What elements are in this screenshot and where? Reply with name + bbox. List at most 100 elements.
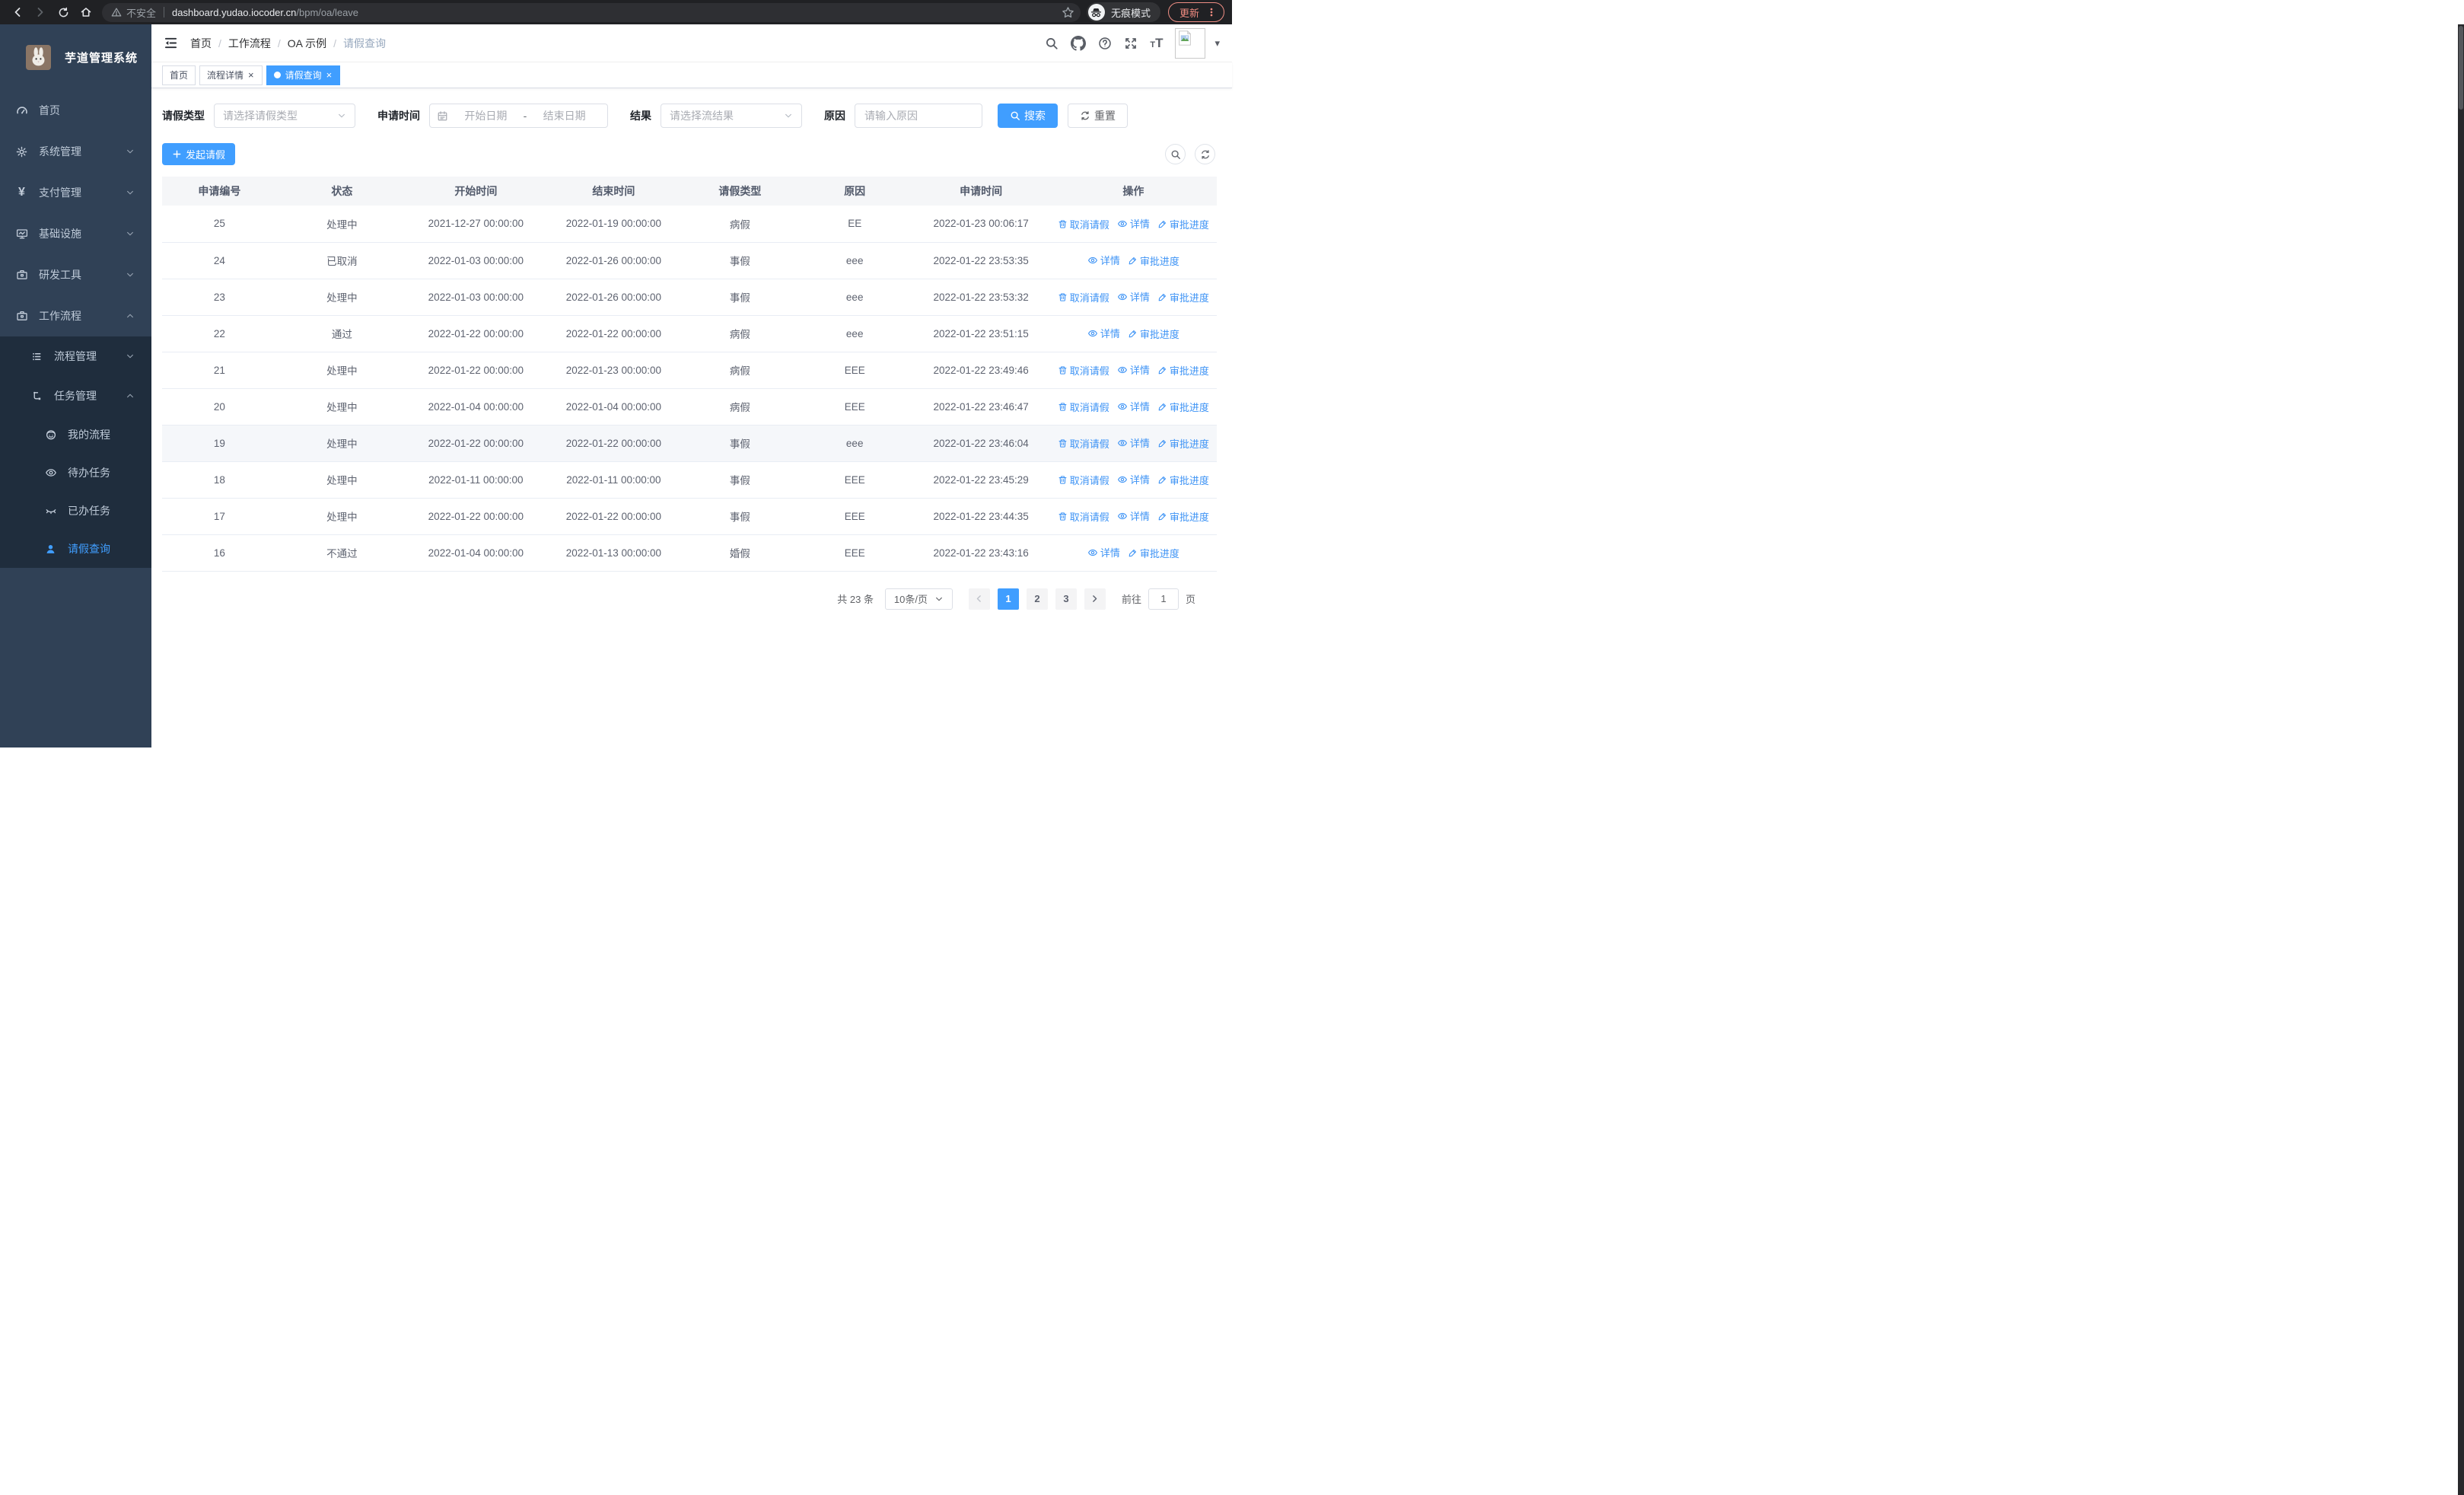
approval-progress-link[interactable]: 审批进度 bbox=[1157, 217, 1209, 231]
fullscreen-icon[interactable] bbox=[1124, 37, 1138, 50]
cancel-leave-link[interactable]: 取消请假 bbox=[1058, 400, 1109, 414]
table-cell: 19 bbox=[162, 425, 277, 462]
incognito-label: 无痕模式 bbox=[1110, 7, 1151, 19]
goto-page-input[interactable] bbox=[1148, 588, 1179, 610]
refresh-table-icon[interactable] bbox=[1195, 144, 1215, 164]
bookmark-star-icon[interactable] bbox=[1062, 6, 1074, 19]
create-leave-button[interactable]: 发起请假 bbox=[162, 143, 236, 165]
page-size-select[interactable]: 10条/页 bbox=[884, 588, 953, 610]
page-button-2[interactable]: 2 bbox=[1026, 588, 1048, 610]
detail-link[interactable]: 详情 bbox=[1117, 362, 1150, 377]
detail-link[interactable]: 详情 bbox=[1087, 326, 1120, 340]
browser-back-button[interactable] bbox=[8, 2, 27, 22]
approval-progress-link[interactable]: 审批进度 bbox=[1157, 436, 1209, 451]
cancel-leave-link[interactable]: 取消请假 bbox=[1058, 473, 1109, 487]
sidebar-item-my-process[interactable]: 我的流程 bbox=[0, 416, 151, 454]
security-chip[interactable]: 不安全 bbox=[111, 5, 156, 20]
search-button[interactable]: 搜索 bbox=[998, 104, 1058, 128]
window-scrollbar[interactable] bbox=[2458, 24, 2464, 1495]
table-cell: 2022-01-03 00:00:00 bbox=[406, 242, 545, 279]
table-cell: 2022-01-22 23:46:47 bbox=[912, 388, 1050, 426]
kebab-menu-icon[interactable] bbox=[1206, 7, 1217, 18]
detail-link[interactable]: 详情 bbox=[1087, 253, 1120, 267]
tab-首页[interactable]: 首页 bbox=[162, 65, 196, 85]
detail-link[interactable]: 详情 bbox=[1117, 472, 1150, 486]
approval-progress-link[interactable]: 审批进度 bbox=[1128, 327, 1179, 341]
font-size-icon[interactable]: TT bbox=[1150, 37, 1163, 49]
sidebar-item-task-mgmt[interactable]: 任务管理 bbox=[0, 376, 151, 416]
table-row: 17 处理中 2022-01-22 00:00:00 2022-01-22 00:00… bbox=[162, 498, 1217, 535]
avatar-caret-icon[interactable]: ▾ bbox=[1214, 37, 1220, 49]
github-icon[interactable] bbox=[1071, 35, 1087, 51]
browser-reload-button[interactable] bbox=[53, 2, 73, 22]
sidebar-item-done-tasks[interactable]: 已办任务 bbox=[0, 492, 151, 530]
scrollbar-thumb[interactable] bbox=[2459, 26, 2463, 110]
search-icon[interactable] bbox=[1045, 37, 1059, 50]
table-cell: 2022-01-22 00:00:00 bbox=[406, 352, 545, 389]
approval-progress-link[interactable]: 审批进度 bbox=[1128, 546, 1179, 560]
result-select[interactable]: 请选择流结果 bbox=[661, 104, 802, 128]
sidebar-item-dev-tools[interactable]: 研发工具 bbox=[0, 254, 151, 295]
page-button-3[interactable]: 3 bbox=[1055, 588, 1077, 610]
sidebar-item-todo-tasks[interactable]: 待办任务 bbox=[0, 454, 151, 492]
detail-link[interactable]: 详情 bbox=[1087, 545, 1120, 559]
leave-type-select[interactable]: 请选择请假类型 bbox=[214, 104, 355, 128]
detail-link[interactable]: 详情 bbox=[1117, 508, 1150, 523]
sidebar-toggle-icon[interactable] bbox=[164, 37, 178, 49]
browser-update-button[interactable]: 更新 bbox=[1167, 2, 1224, 22]
sidebar-item-system-mgmt[interactable]: 系统管理 bbox=[0, 131, 151, 172]
reason-input[interactable] bbox=[855, 104, 982, 128]
app-logo-row: 芋道管理系统 bbox=[0, 24, 151, 90]
close-icon[interactable]: × bbox=[247, 70, 255, 80]
table-cell: 2022-01-22 23:53:32 bbox=[912, 279, 1050, 316]
approval-progress-link[interactable]: 审批进度 bbox=[1157, 473, 1209, 487]
table-row: 21 处理中 2022-01-22 00:00:00 2022-01-23 00:00… bbox=[162, 352, 1217, 389]
sidebar-item-home[interactable]: 首页 bbox=[0, 90, 151, 131]
show-search-icon[interactable] bbox=[1165, 144, 1186, 164]
approval-progress-link[interactable]: 审批进度 bbox=[1157, 400, 1209, 414]
breadcrumb-item[interactable]: 首页 bbox=[190, 36, 212, 51]
avatar[interactable] bbox=[1175, 27, 1206, 59]
sidebar-item-leave-query[interactable]: 请假查询 bbox=[0, 530, 151, 568]
cancel-leave-link[interactable]: 取消请假 bbox=[1058, 509, 1109, 524]
actions-cell: 详情 审批进度 bbox=[1049, 534, 1217, 572]
table-cell: 处理中 bbox=[276, 352, 407, 389]
detail-link[interactable]: 详情 bbox=[1117, 435, 1150, 450]
tab-流程详情[interactable]: 流程详情 × bbox=[199, 65, 263, 85]
sidebar-item-workflow[interactable]: 工作流程 bbox=[0, 295, 151, 336]
detail-link[interactable]: 详情 bbox=[1117, 399, 1150, 413]
apply-time-range-picker[interactable]: 开始日期 - 结束日期 bbox=[429, 104, 608, 128]
eye-icon bbox=[1087, 255, 1098, 266]
cancel-leave-link[interactable]: 取消请假 bbox=[1058, 436, 1109, 451]
tab-请假查询[interactable]: 请假查询 × bbox=[266, 65, 341, 85]
close-icon[interactable]: × bbox=[326, 70, 333, 80]
table-cell: 2022-01-22 00:00:00 bbox=[406, 425, 545, 462]
table-cell: 婚假 bbox=[682, 534, 797, 572]
cancel-leave-link[interactable]: 取消请假 bbox=[1058, 217, 1109, 231]
reset-button[interactable]: 重置 bbox=[1068, 104, 1128, 128]
next-page-button[interactable] bbox=[1084, 588, 1106, 610]
cancel-leave-link[interactable]: 取消请假 bbox=[1058, 290, 1109, 304]
approval-progress-link[interactable]: 审批进度 bbox=[1157, 509, 1209, 524]
user-icon bbox=[44, 543, 57, 555]
help-icon[interactable] bbox=[1098, 37, 1112, 50]
approval-progress-link[interactable]: 审批进度 bbox=[1128, 253, 1179, 268]
column-header: 状态 bbox=[276, 177, 407, 206]
browser-home-button[interactable] bbox=[76, 2, 96, 22]
sidebar-item-payment-mgmt[interactable]: ¥ 支付管理 bbox=[0, 172, 151, 213]
approval-progress-link[interactable]: 审批进度 bbox=[1157, 363, 1209, 378]
dashboard-icon bbox=[15, 104, 28, 116]
sidebar-item-infrastructure[interactable]: 基础设施 bbox=[0, 213, 151, 254]
detail-link[interactable]: 详情 bbox=[1117, 216, 1150, 231]
sidebar-item-process-mgmt[interactable]: 流程管理 bbox=[0, 336, 151, 376]
detail-link[interactable]: 详情 bbox=[1117, 289, 1150, 304]
prev-page-button[interactable] bbox=[968, 588, 990, 610]
table-cell: 事假 bbox=[682, 425, 797, 462]
table-row: 24 已取消 2022-01-03 00:00:00 2022-01-26 00:00… bbox=[162, 242, 1217, 279]
address-bar[interactable]: 不安全 dashboard.yudao.iocoder.cn/bpm/oa/le… bbox=[102, 2, 1081, 22]
cancel-leave-link[interactable]: 取消请假 bbox=[1058, 363, 1109, 378]
start-date-placeholder: 开始日期 bbox=[464, 110, 508, 122]
page-button-1[interactable]: 1 bbox=[997, 588, 1019, 610]
approval-progress-link[interactable]: 审批进度 bbox=[1157, 290, 1209, 304]
browser-forward-button[interactable] bbox=[30, 2, 50, 22]
